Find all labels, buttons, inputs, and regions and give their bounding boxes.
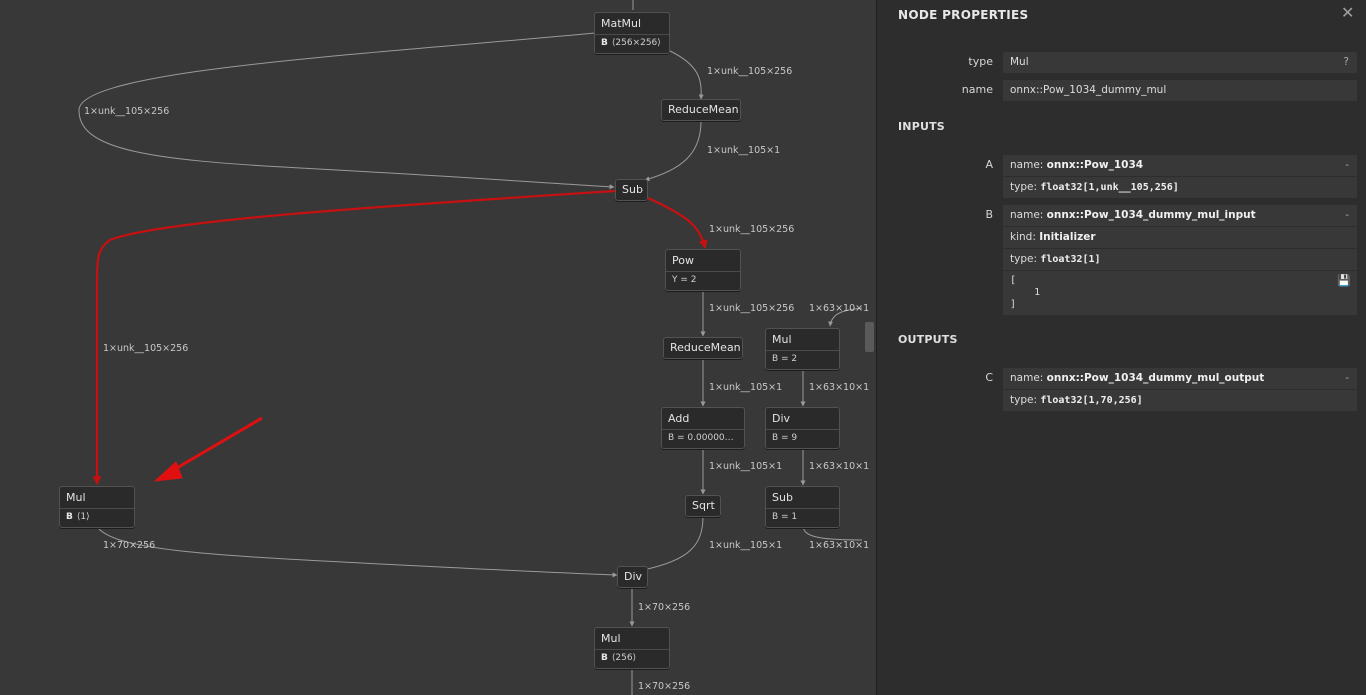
edge-label: 1×unk__105×1 (709, 540, 783, 551)
edge-label: 1×unk__105×256 (707, 66, 793, 77)
edge-label: 1×unk__105×256 (709, 224, 795, 235)
input-a-name-row: name: onnx::Pow_1034- (1003, 155, 1357, 177)
inputs-section-title: INPUTS (898, 120, 945, 133)
node-sub-1[interactable]: Sub (615, 179, 648, 201)
node-op-label: Sub (772, 491, 793, 504)
node-sqrt[interactable]: Sqrt (685, 495, 721, 517)
node-properties-panel: NODE PROPERTIES ✕ type Mul? name onnx::P… (876, 0, 1366, 695)
output-c-type-row: type: float32[1,70,256] (1010, 394, 1143, 406)
edge-label: 1×70×256 (638, 602, 691, 613)
node-div-main[interactable]: Div (617, 566, 648, 588)
edge-reducemean-sub (644, 120, 702, 182)
edge-label: 1×unk__105×1 (707, 145, 781, 156)
panel-title: NODE PROPERTIES (898, 8, 1029, 22)
edge-sub-mul-highlight (92, 189, 616, 485)
edge-mul-left-div (95, 524, 618, 578)
node-attribute: Y = 2 (666, 271, 740, 290)
node-op-label: Mul (772, 333, 792, 346)
tensor-value: [ 1 ] 💾 (1010, 274, 1351, 311)
node-reducemean-2[interactable]: ReduceMean (663, 337, 743, 359)
input-b-box: name: onnx::Pow_1034_dummy_mul_input - ki… (1003, 205, 1357, 315)
edge-label: 1×63×10×1 (809, 382, 870, 393)
annotation-arrow-head (153, 461, 183, 482)
edge-label: 1×63×10×1 (809, 303, 870, 314)
help-icon[interactable]: ? (1343, 52, 1349, 73)
node-attribute: B ⟨1⟩ (60, 508, 134, 527)
close-icon[interactable]: ✕ (1341, 3, 1354, 22)
node-op-label: Div (624, 570, 643, 583)
annotation-arrow-shaft (169, 416, 263, 474)
name-value: onnx::Pow_1034_dummy_mul (1010, 84, 1167, 96)
node-pow[interactable]: Pow Y = 2 (665, 249, 741, 291)
node-attribute: B = 2 (766, 350, 839, 369)
input-a-label: A (985, 158, 993, 171)
expand-toggle[interactable]: - (1345, 368, 1349, 389)
node-attribute: B ⟨256×256⟩ (595, 34, 669, 53)
input-a-box: name: onnx::Pow_1034- type: float32[1,un… (1003, 155, 1357, 198)
edge-sub-pow-highlight (647, 197, 708, 249)
node-mul-right[interactable]: Mul B = 2 (765, 328, 840, 370)
outputs-section-title: OUTPUTS (898, 333, 958, 346)
input-a-type-row: type: float32[1,unk__105,256] (1010, 181, 1179, 193)
edge-label: 1×unk__105×256 (84, 106, 170, 117)
node-attribute: B = 0.00000999... (662, 429, 744, 448)
edge-label: 1×unk__105×1 (709, 382, 783, 393)
expand-toggle[interactable]: - (1345, 205, 1349, 226)
node-op-label: Sqrt (692, 499, 715, 512)
output-c-label: C (985, 371, 993, 384)
edge-label: 1×unk__105×256 (709, 303, 795, 314)
edge-label: 1×70×256 (638, 681, 691, 692)
node-matmul[interactable]: MatMul B ⟨256×256⟩ (594, 12, 670, 54)
edge-label: 1×unk__105×256 (103, 343, 189, 354)
node-reducemean-1[interactable]: ReduceMean (661, 99, 741, 121)
node-attribute: B = 1 (766, 508, 839, 527)
output-c-name-row: name: onnx::Pow_1034_dummy_mul_output - (1003, 368, 1357, 390)
graph-scrollbar-thumb[interactable] (865, 322, 874, 352)
edge-label: 1×unk__105×1 (709, 461, 783, 472)
output-c-box: name: onnx::Pow_1034_dummy_mul_output - t… (1003, 368, 1357, 411)
node-op-label: Sub (622, 183, 643, 196)
name-field: onnx::Pow_1034_dummy_mul (1003, 80, 1357, 101)
type-label: type (968, 55, 993, 68)
node-op-label: Mul (601, 632, 621, 645)
node-mul-left[interactable]: Mul B ⟨1⟩ (59, 486, 135, 528)
node-attribute: B = 9 (766, 429, 839, 448)
node-op-label: MatMul (601, 17, 642, 30)
node-op-label: Div (772, 412, 791, 425)
edge-label: 1×70×256 (103, 540, 156, 551)
type-value: Mul (1010, 56, 1029, 68)
node-mul-bottom[interactable]: Mul B ⟨256⟩ (594, 627, 670, 669)
edge-label: 1×63×10×1 (809, 461, 870, 472)
type-field: Mul? (1003, 52, 1357, 73)
edge-matmul-reducemean (667, 49, 704, 100)
input-b-label: B (985, 208, 993, 221)
node-sub-right[interactable]: Sub B = 1 (765, 486, 840, 528)
input-b-kind-row: kind: Initializer (1003, 227, 1357, 249)
node-op-label: Add (668, 412, 690, 425)
node-op-label: Mul (66, 491, 86, 504)
node-op-label: Pow (672, 254, 694, 267)
edge-sqrt-div (642, 515, 704, 572)
name-label: name (961, 83, 993, 96)
node-add[interactable]: Add B = 0.00000999... (661, 407, 745, 449)
node-op-label: ReduceMean (668, 103, 739, 116)
node-op-label: ReduceMean (670, 341, 741, 354)
node-attribute: B ⟨256⟩ (595, 649, 669, 668)
edge-label: 1×63×10×1 (809, 540, 870, 551)
save-icon[interactable]: 💾 (1337, 275, 1351, 287)
input-b-name-row: name: onnx::Pow_1034_dummy_mul_input - (1003, 205, 1357, 227)
node-div-right[interactable]: Div B = 9 (765, 407, 840, 449)
graph-canvas[interactable]: MatMul B ⟨256×256⟩ ReduceMean Sub Pow Y =… (0, 0, 876, 695)
input-b-type-row: type: float32[1] (1003, 249, 1357, 271)
expand-toggle[interactable]: - (1345, 155, 1349, 176)
